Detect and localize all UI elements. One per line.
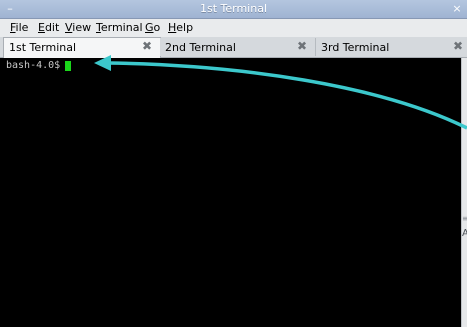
annotation-arrow — [94, 55, 467, 130]
